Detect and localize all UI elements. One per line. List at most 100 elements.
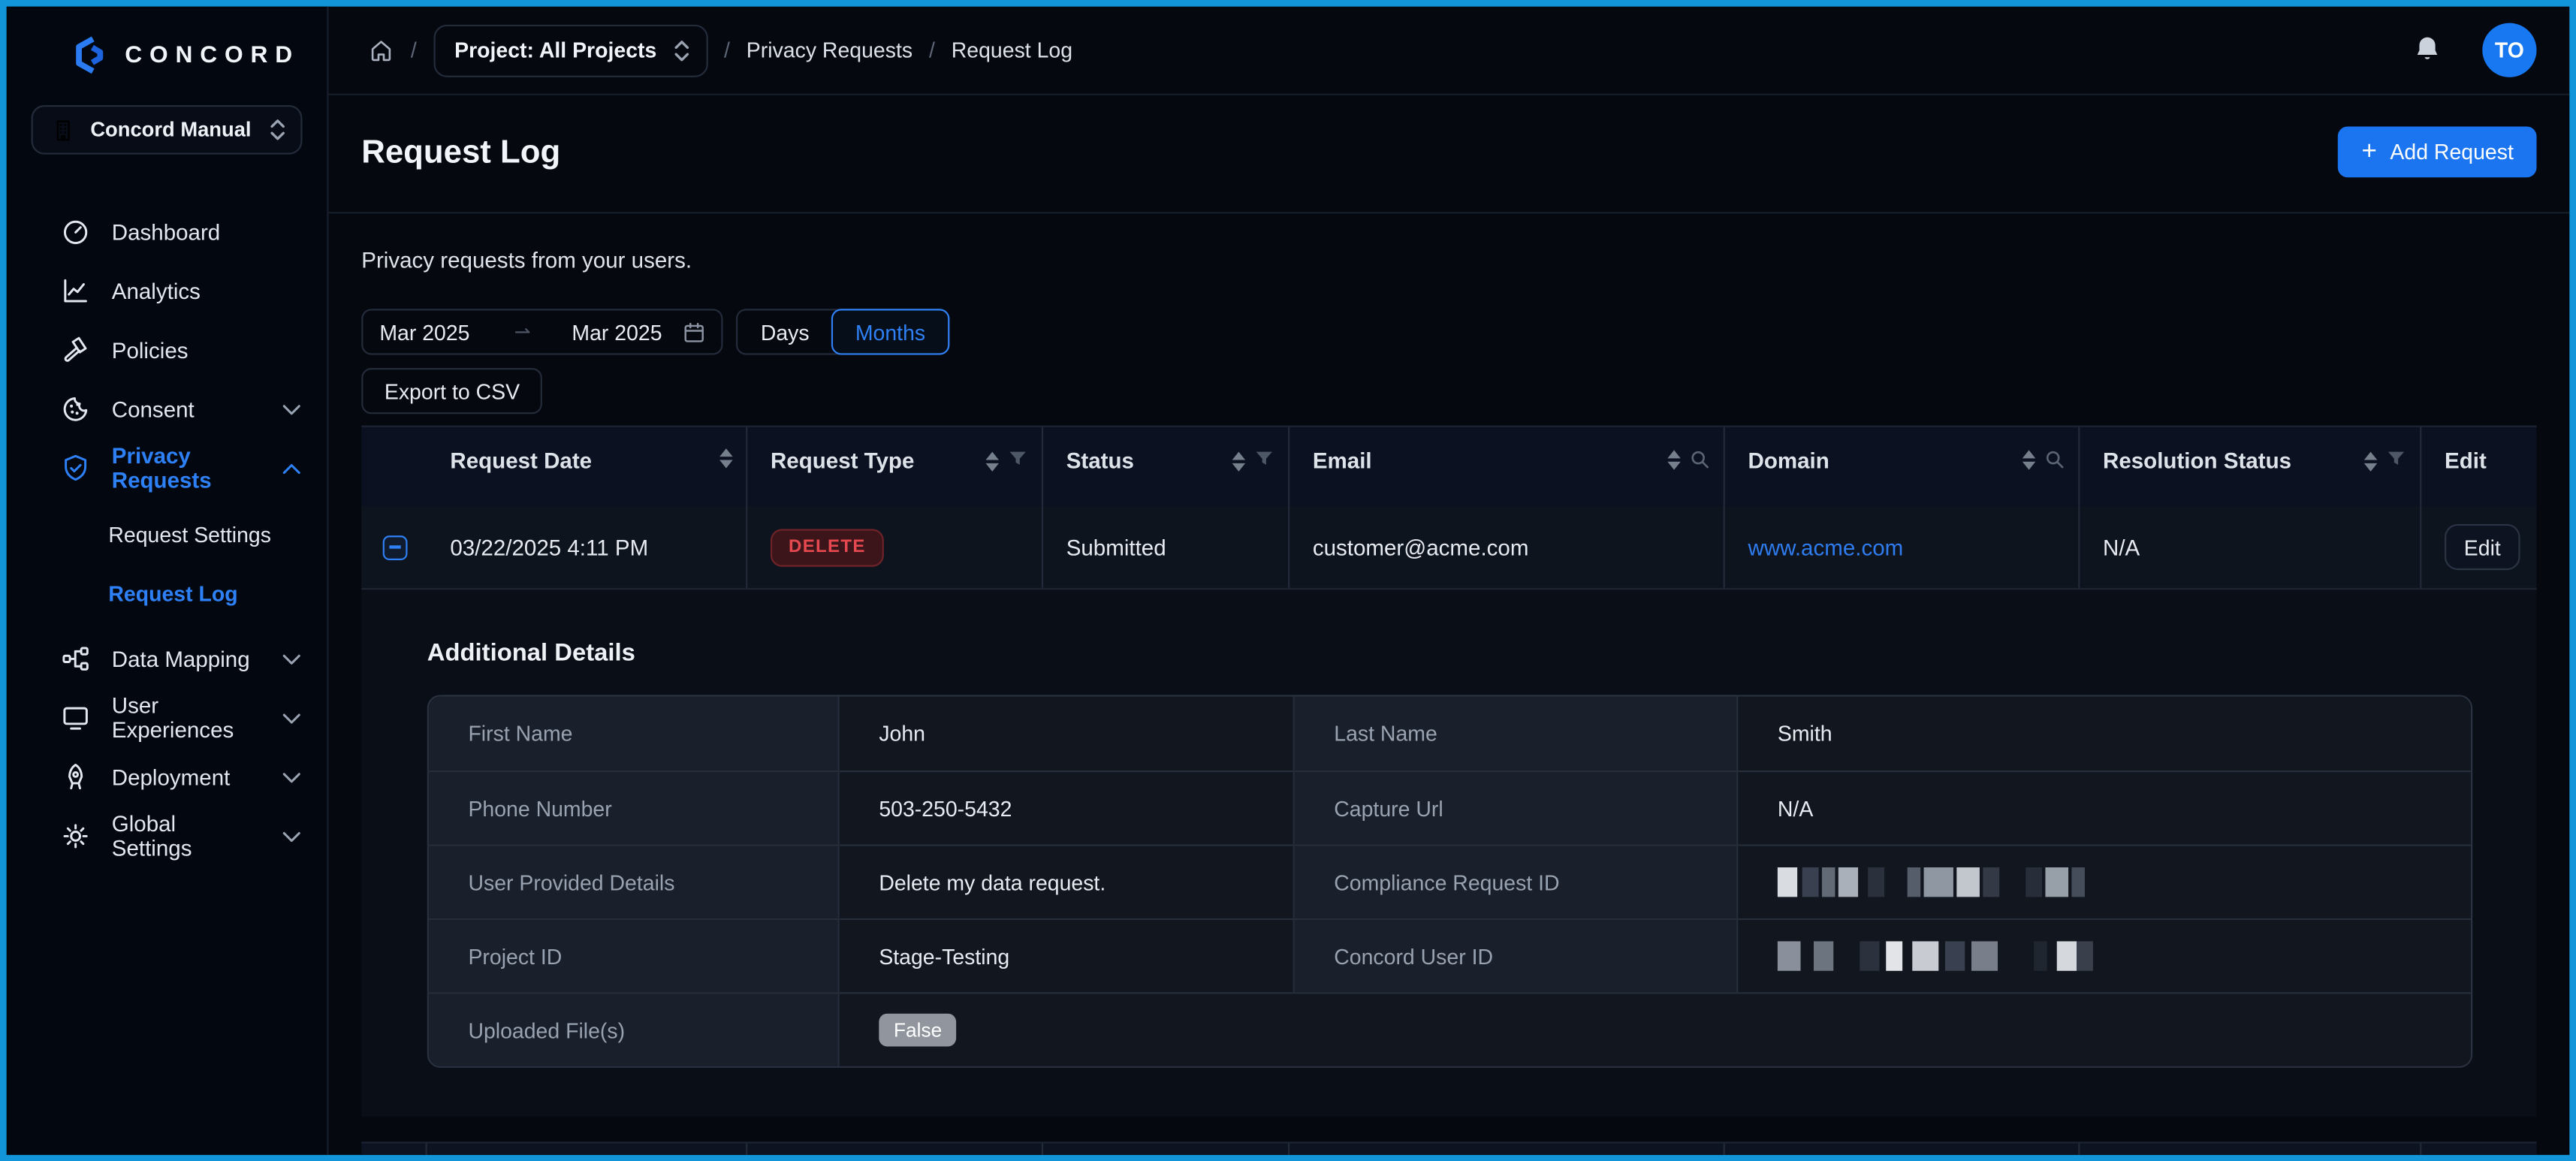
cell-status: Submitted — [1043, 506, 1290, 588]
detail-value-user-provided-details: Delete my data request. — [840, 844, 1295, 918]
chevron-down-icon — [282, 712, 300, 723]
additional-details-table: First Name John Last Name Smith Phone Nu… — [427, 695, 2472, 1068]
column-header-email[interactable]: Email — [1290, 427, 1725, 506]
column-header-resolution-status[interactable]: Resolution Status — [2080, 427, 2421, 506]
cell-edit: Edit — [2421, 506, 2536, 588]
chevron-down-icon — [282, 653, 300, 665]
sidebar-item-label: Global Settings — [112, 812, 261, 861]
edit-button[interactable]: Edit — [2445, 524, 2520, 570]
user-avatar[interactable]: TO — [2482, 23, 2536, 77]
detail-value-phone-number: 503-250-5432 — [840, 770, 1295, 844]
breadcrumb-privacy-requests[interactable]: Privacy Requests — [747, 38, 912, 62]
app-frame: CONCORD Concord Manual ... Dashboard — [0, 0, 2576, 1161]
sidebar-item-consent[interactable]: Consent — [7, 379, 327, 439]
table-row: 03/22/2025 4:11 PM DELETE Submitted cust… — [361, 506, 2536, 590]
organization-selector[interactable]: Concord Manual ... — [32, 105, 303, 155]
column-header-edit: Edit — [2421, 427, 2536, 506]
toggle-months[interactable]: Months — [831, 309, 950, 354]
chevron-up-icon — [282, 463, 300, 474]
detail-value-first-name: John — [840, 697, 1295, 770]
additional-details-title: Additional Details — [427, 639, 2537, 667]
date-range-start[interactable]: Mar 2025 — [379, 319, 469, 344]
brand-name: CONCORD — [125, 42, 300, 68]
sidebar-item-label: Consent — [112, 397, 261, 421]
sidebar-item-analytics[interactable]: Analytics — [7, 261, 327, 321]
detail-label: Concord User ID — [1295, 918, 1739, 992]
sidebar-item-label: Analytics — [112, 279, 301, 303]
notifications-bell-icon[interactable] — [2412, 35, 2443, 66]
breadcrumb-separator: / — [411, 38, 417, 62]
sidebar-item-privacy-requests[interactable]: Privacy Requests — [7, 439, 327, 498]
next-table-row-partial — [361, 1141, 2536, 1155]
arrow-right-icon: ⇀ — [493, 321, 552, 344]
date-range-end[interactable]: Mar 2025 — [572, 319, 662, 344]
redacted-value — [1778, 939, 2093, 973]
request-log-table: Request Date Request Type Status — [361, 426, 2536, 1117]
detail-label: Capture Url — [1295, 770, 1739, 844]
sidebar-item-policies[interactable]: Policies — [7, 321, 327, 380]
concord-logo-icon — [69, 35, 110, 76]
sort-icon[interactable] — [1232, 452, 1246, 472]
add-request-button[interactable]: + Add Request — [2339, 126, 2537, 177]
sidebar-item-user-experiences[interactable]: User Experiences — [7, 689, 327, 748]
filter-icon[interactable] — [1253, 448, 1274, 475]
sidebar-item-deployment[interactable]: Deployment — [7, 747, 327, 807]
column-header-request-date[interactable]: Request Date — [427, 427, 748, 506]
cell-domain: www.acme.com — [1725, 506, 2080, 588]
project-selector[interactable]: Project: All Projects — [433, 24, 707, 77]
breadcrumb-separator: / — [724, 38, 730, 62]
expand-column-header — [361, 427, 427, 506]
sidebar-item-request-settings[interactable]: Request Settings — [7, 505, 327, 564]
search-icon[interactable] — [1689, 448, 1710, 469]
page-description: Privacy requests from your users. — [329, 213, 2570, 274]
sidebar-item-data-mapping[interactable]: Data Mapping — [7, 629, 327, 689]
sidebar-item-label: Privacy Requests — [112, 444, 261, 493]
sort-icon[interactable] — [1667, 449, 1681, 469]
sort-icon[interactable] — [2022, 449, 2036, 469]
export-csv-button[interactable]: Export to CSV — [361, 368, 542, 414]
sort-icon[interactable] — [2364, 452, 2378, 472]
filter-icon[interactable] — [1007, 448, 1028, 475]
sidebar-item-label: Request Log — [108, 580, 237, 605]
column-header-status[interactable]: Status — [1043, 427, 1290, 506]
sort-icon[interactable] — [986, 452, 1000, 472]
chevron-down-icon — [282, 831, 300, 842]
collapse-row-button[interactable] — [382, 535, 407, 559]
sidebar-item-dashboard[interactable]: Dashboard — [7, 202, 327, 261]
sidebar-item-label: Data Mapping — [112, 647, 261, 671]
column-header-request-type[interactable]: Request Type — [747, 427, 1043, 506]
toggle-days[interactable]: Days — [738, 310, 832, 353]
expanded-details-panel: Additional Details First Name John Last … — [361, 590, 2536, 1117]
domain-link[interactable]: www.acme.com — [1748, 535, 1904, 559]
page-title: Request Log — [361, 128, 560, 177]
home-icon[interactable] — [368, 37, 394, 63]
sort-icon[interactable] — [719, 448, 733, 468]
column-header-domain[interactable]: Domain — [1725, 427, 2080, 506]
detail-value-project-id: Stage-Testing — [840, 918, 1295, 992]
chevron-down-icon — [282, 403, 300, 415]
breadcrumb-request-log[interactable]: Request Log — [952, 38, 1072, 62]
search-icon[interactable] — [2044, 448, 2065, 469]
uploaded-files-badge: False — [879, 1014, 957, 1047]
gear-icon — [61, 822, 90, 851]
cookie-icon — [61, 394, 90, 424]
chevron-up-down-icon — [673, 38, 689, 62]
detail-value-capture-url: N/A — [1738, 770, 2472, 844]
project-selector-label: Project: All Projects — [454, 38, 656, 62]
sidebar-nav: Dashboard Analytics Policies — [7, 202, 327, 866]
cell-request-date: 03/22/2025 4:11 PM — [427, 506, 748, 588]
sidebar-item-global-settings[interactable]: Global Settings — [7, 807, 327, 866]
line-chart-icon — [61, 276, 90, 306]
date-range-picker[interactable]: Mar 2025 ⇀ Mar 2025 — [361, 309, 722, 354]
minus-icon — [388, 546, 400, 548]
plus-icon: + — [2361, 139, 2376, 165]
filter-icon[interactable] — [2385, 448, 2406, 475]
sidebar-item-label: Request Settings — [108, 522, 271, 547]
detail-label: Compliance Request ID — [1295, 844, 1739, 918]
export-row: Export to CSV — [329, 355, 2570, 415]
column-label: Status — [1066, 444, 1223, 473]
breadcrumb-separator: / — [929, 38, 935, 62]
calendar-icon[interactable] — [682, 319, 707, 344]
sidebar-item-request-log[interactable]: Request Log — [7, 563, 327, 623]
monitor-icon — [61, 703, 90, 732]
